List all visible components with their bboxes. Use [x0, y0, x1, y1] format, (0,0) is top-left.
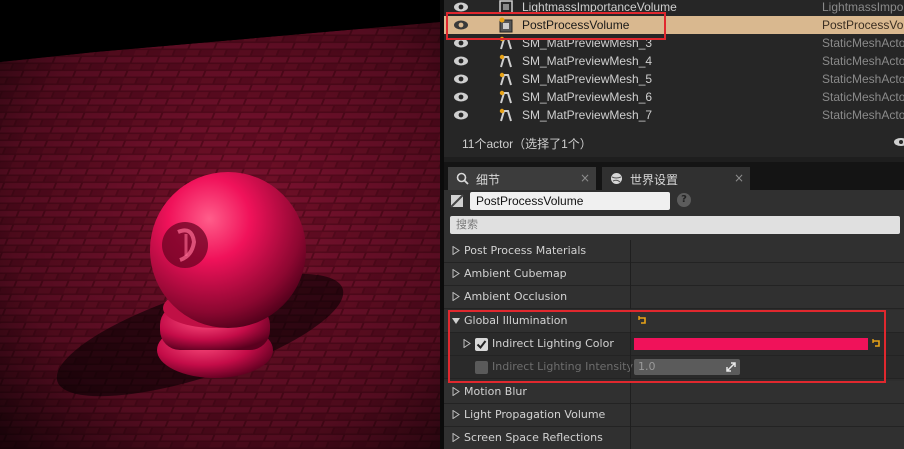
category-label: Screen Space Reflections	[464, 431, 603, 444]
outliner-row[interactable]: SM_MatPreviewMesh_5 StaticMeshActo	[444, 70, 904, 88]
outliner-item-name: SM_MatPreviewMesh_5	[522, 72, 653, 86]
outliner-item-type: StaticMeshActo	[822, 90, 904, 104]
category-post-process-materials[interactable]: Post Process Materials	[444, 240, 904, 263]
category-ambient-cubemap[interactable]: Ambient Cubemap	[444, 263, 904, 286]
outliner-item-type: PostProcessVo	[822, 18, 904, 32]
outliner-item-name: SM_MatPreviewMesh_4	[522, 54, 653, 68]
tab-label: 世界设置	[630, 173, 679, 187]
chevron-right-icon[interactable]	[452, 269, 460, 278]
column-divider[interactable]	[630, 404, 631, 427]
outliner-item-type: StaticMeshActo	[822, 72, 904, 86]
static-mesh-icon	[499, 54, 512, 68]
help-icon[interactable]: ?	[677, 193, 691, 207]
chevron-right-icon[interactable]	[452, 410, 460, 419]
outliner-item-type: StaticMeshActo	[822, 54, 904, 68]
view-options-eye-icon[interactable]	[892, 137, 904, 147]
tab-strip: 细节 × 世界设置 ×	[444, 162, 904, 190]
selection-highlight-box	[446, 12, 666, 40]
category-label: Motion Blur	[464, 385, 527, 398]
editor-side-panel: LightmassImportanceVolume LightmassImpo …	[444, 0, 904, 449]
category-label: Post Process Materials	[464, 244, 587, 257]
outliner-row[interactable]: SM_MatPreviewMesh_4 StaticMeshActo	[444, 52, 904, 70]
category-label: Ambient Occlusion	[464, 290, 568, 303]
tab-world-settings[interactable]: 世界设置 ×	[602, 167, 750, 190]
details-search-input[interactable]	[450, 216, 900, 234]
category-motion-blur[interactable]: Motion Blur	[444, 381, 904, 404]
column-divider[interactable]	[630, 263, 631, 286]
tab-label: 细节	[476, 173, 501, 187]
chevron-right-icon[interactable]	[452, 292, 460, 301]
tab-details[interactable]: 细节 ×	[448, 167, 596, 190]
outliner-row[interactable]: SM_MatPreviewMesh_7 StaticMeshActo	[444, 106, 904, 124]
static-mesh-icon	[499, 72, 512, 86]
eye-icon[interactable]	[453, 91, 469, 103]
close-icon[interactable]: ×	[734, 171, 744, 185]
outliner-item-type: LightmassImpo	[822, 0, 904, 14]
chevron-right-icon[interactable]	[452, 387, 460, 396]
static-mesh-icon	[499, 90, 512, 104]
chevron-right-icon[interactable]	[452, 433, 460, 442]
outliner-status: 11个actor（选择了1个）	[462, 137, 592, 151]
outliner-item-type: StaticMeshActo	[822, 108, 904, 122]
static-mesh-icon	[499, 108, 512, 122]
eye-icon[interactable]	[453, 73, 469, 85]
outliner-item-name: SM_MatPreviewMesh_6	[522, 90, 653, 104]
eye-icon[interactable]	[453, 55, 469, 67]
details-property-list: Post Process Materials Ambient Cubemap A…	[444, 240, 904, 449]
category-label: Light Propagation Volume	[464, 408, 606, 421]
viewport-render	[0, 0, 440, 449]
close-icon[interactable]: ×	[580, 171, 590, 185]
column-divider[interactable]	[630, 240, 631, 263]
category-light-propagation-volume[interactable]: Light Propagation Volume	[444, 404, 904, 427]
actor-name-field[interactable]	[470, 192, 670, 210]
world-outliner: LightmassImportanceVolume LightmassImpo …	[444, 0, 904, 157]
column-divider[interactable]	[630, 427, 631, 449]
globe-icon	[611, 173, 622, 184]
outliner-row[interactable]: SM_MatPreviewMesh_6 StaticMeshActo	[444, 88, 904, 106]
chevron-right-icon[interactable]	[452, 246, 460, 255]
outliner-item-name: SM_MatPreviewMesh_7	[522, 108, 653, 122]
outliner-item-type: StaticMeshActo	[822, 36, 904, 50]
category-ambient-occlusion[interactable]: Ambient Occlusion	[444, 286, 904, 309]
details-header: ?	[444, 190, 904, 242]
column-divider[interactable]	[630, 381, 631, 404]
actor-type-icon	[450, 194, 464, 208]
eye-icon[interactable]	[453, 109, 469, 121]
category-label: Ambient Cubemap	[464, 267, 567, 280]
category-screen-space-reflections[interactable]: Screen Space Reflections	[444, 427, 904, 449]
global-illumination-highlight-box	[448, 310, 886, 383]
search-icon	[456, 172, 469, 185]
level-viewport[interactable]	[0, 0, 440, 449]
column-divider[interactable]	[630, 286, 631, 309]
